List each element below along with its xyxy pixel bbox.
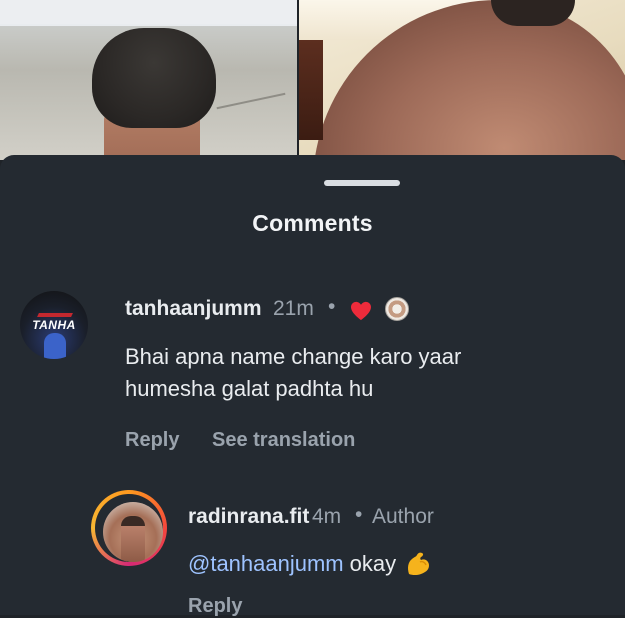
author-like-avatar xyxy=(385,297,409,321)
post-photo-left[interactable] xyxy=(0,0,297,160)
comment-username[interactable]: tanhaanjumm xyxy=(125,297,262,321)
meta-separator: • xyxy=(328,295,336,318)
see-translation-button[interactable]: See translation xyxy=(212,429,355,452)
sheet-drag-handle[interactable] xyxy=(324,180,400,186)
comments-sheet: Comments TANHA tanhaanjumm 21m • Bhai ap… xyxy=(0,155,625,617)
comment-time: 21m xyxy=(273,297,314,320)
photo-detail xyxy=(299,40,323,140)
comment-username[interactable]: radinrana.fit xyxy=(188,505,309,529)
mention-link[interactable]: @tanhaanjumm xyxy=(188,551,344,577)
story-ring[interactable] xyxy=(91,490,167,566)
avatar-figure xyxy=(44,333,66,359)
sheet-title: Comments xyxy=(252,210,373,236)
heart-icon[interactable] xyxy=(350,301,372,321)
meta-separator: • xyxy=(355,503,363,526)
photo-detail xyxy=(92,28,216,128)
comment-text: @tanhaanjumm okay xyxy=(188,548,432,580)
author-badge: Author xyxy=(372,505,434,528)
logo-accent xyxy=(37,313,73,317)
photo-detail xyxy=(216,92,286,110)
photo-detail xyxy=(491,0,575,26)
flexed-biceps-icon xyxy=(408,552,430,576)
ring-gap xyxy=(95,494,163,562)
avatar[interactable]: TANHA xyxy=(20,291,88,359)
comment-time: 4m xyxy=(312,505,342,528)
comment-body: okay xyxy=(349,551,397,576)
status-strip xyxy=(0,0,297,24)
post-photo-right[interactable] xyxy=(299,0,625,160)
reply-button[interactable]: Reply xyxy=(125,429,179,452)
avatar-figure xyxy=(121,516,145,562)
avatar-logo-text: TANHA xyxy=(32,318,76,332)
comment-text: Bhai apna name change karo yaar humesha … xyxy=(125,344,462,401)
avatar xyxy=(103,502,163,562)
